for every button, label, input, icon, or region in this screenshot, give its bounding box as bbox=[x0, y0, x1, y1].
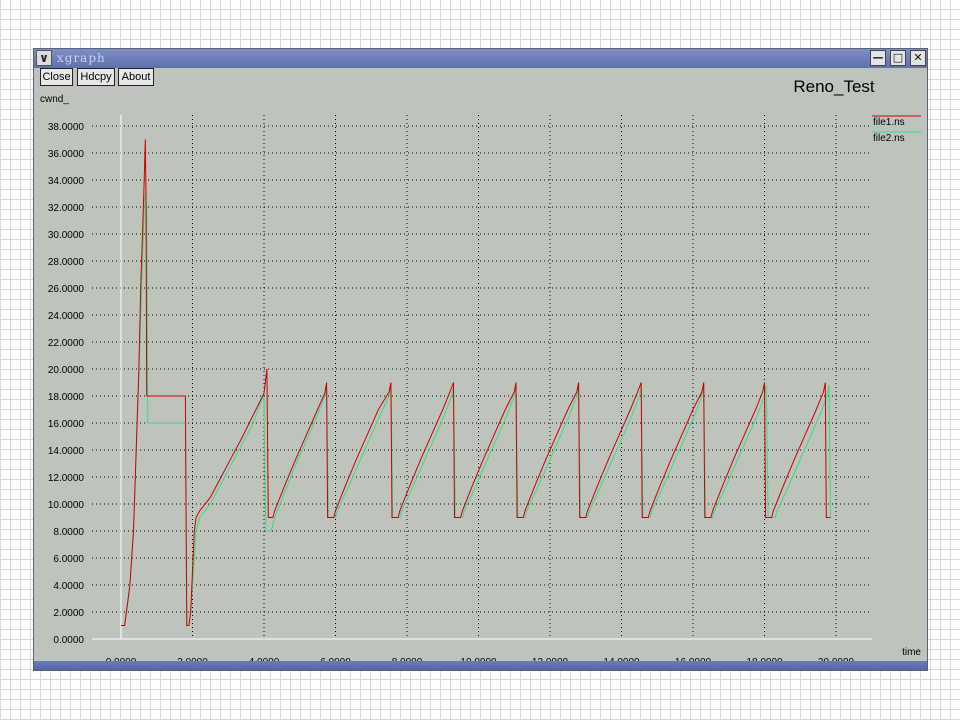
legend-label: file1.ns bbox=[873, 117, 905, 128]
y-tick-label: 26.0000 bbox=[48, 284, 85, 295]
y-tick-label: 34.0000 bbox=[48, 176, 85, 187]
y-tick-label: 28.0000 bbox=[48, 257, 85, 268]
legend-label: file2.ns bbox=[873, 133, 905, 144]
y-tick-label: 20.0000 bbox=[48, 365, 85, 376]
grid bbox=[92, 115, 872, 640]
y-tick-label: 6.0000 bbox=[53, 554, 84, 565]
y-tick-label: 14.0000 bbox=[48, 446, 85, 457]
xgraph-window: ∨ xgraph — □ ✕ Close Hdcpy About 0.0000 2… bbox=[33, 48, 928, 671]
y-tick-label: 10.0000 bbox=[48, 500, 85, 511]
chart: 0.0000 2.0000 4.0000 6.0000 8.0000 10.0000 12.… bbox=[40, 77, 921, 661]
y-tick-label: 24.0000 bbox=[48, 311, 85, 322]
legend: file1.ns file2.ns bbox=[872, 115, 921, 144]
window-bottom-border bbox=[34, 661, 927, 670]
y-axis-label: cwnd_ bbox=[40, 94, 69, 105]
y-tick-label: 4.0000 bbox=[53, 581, 84, 592]
y-tick-label: 32.0000 bbox=[48, 203, 85, 214]
y-tick-label: 2.0000 bbox=[53, 608, 84, 619]
y-tick-label: 18.0000 bbox=[48, 392, 85, 403]
y-tick-label: 30.0000 bbox=[48, 230, 85, 241]
series-line-file2-ns bbox=[121, 193, 832, 626]
y-tick-label: 16.0000 bbox=[48, 419, 85, 430]
y-tick-label: 38.0000 bbox=[48, 122, 85, 133]
y-tick-label: 36.0000 bbox=[48, 149, 85, 160]
y-tick-label: 22.0000 bbox=[48, 338, 85, 349]
series-lines bbox=[121, 139, 832, 626]
y-axis: 0.0000 2.0000 4.0000 6.0000 8.0000 10.0000 12.… bbox=[48, 122, 85, 646]
y-tick-label: 0.0000 bbox=[53, 635, 84, 646]
chart-title: Reno_Test bbox=[793, 77, 875, 96]
y-tick-label: 12.0000 bbox=[48, 473, 85, 484]
series-line-file1-ns bbox=[121, 139, 831, 626]
x-axis-label: time bbox=[902, 647, 921, 658]
y-tick-label: 8.0000 bbox=[53, 527, 84, 538]
